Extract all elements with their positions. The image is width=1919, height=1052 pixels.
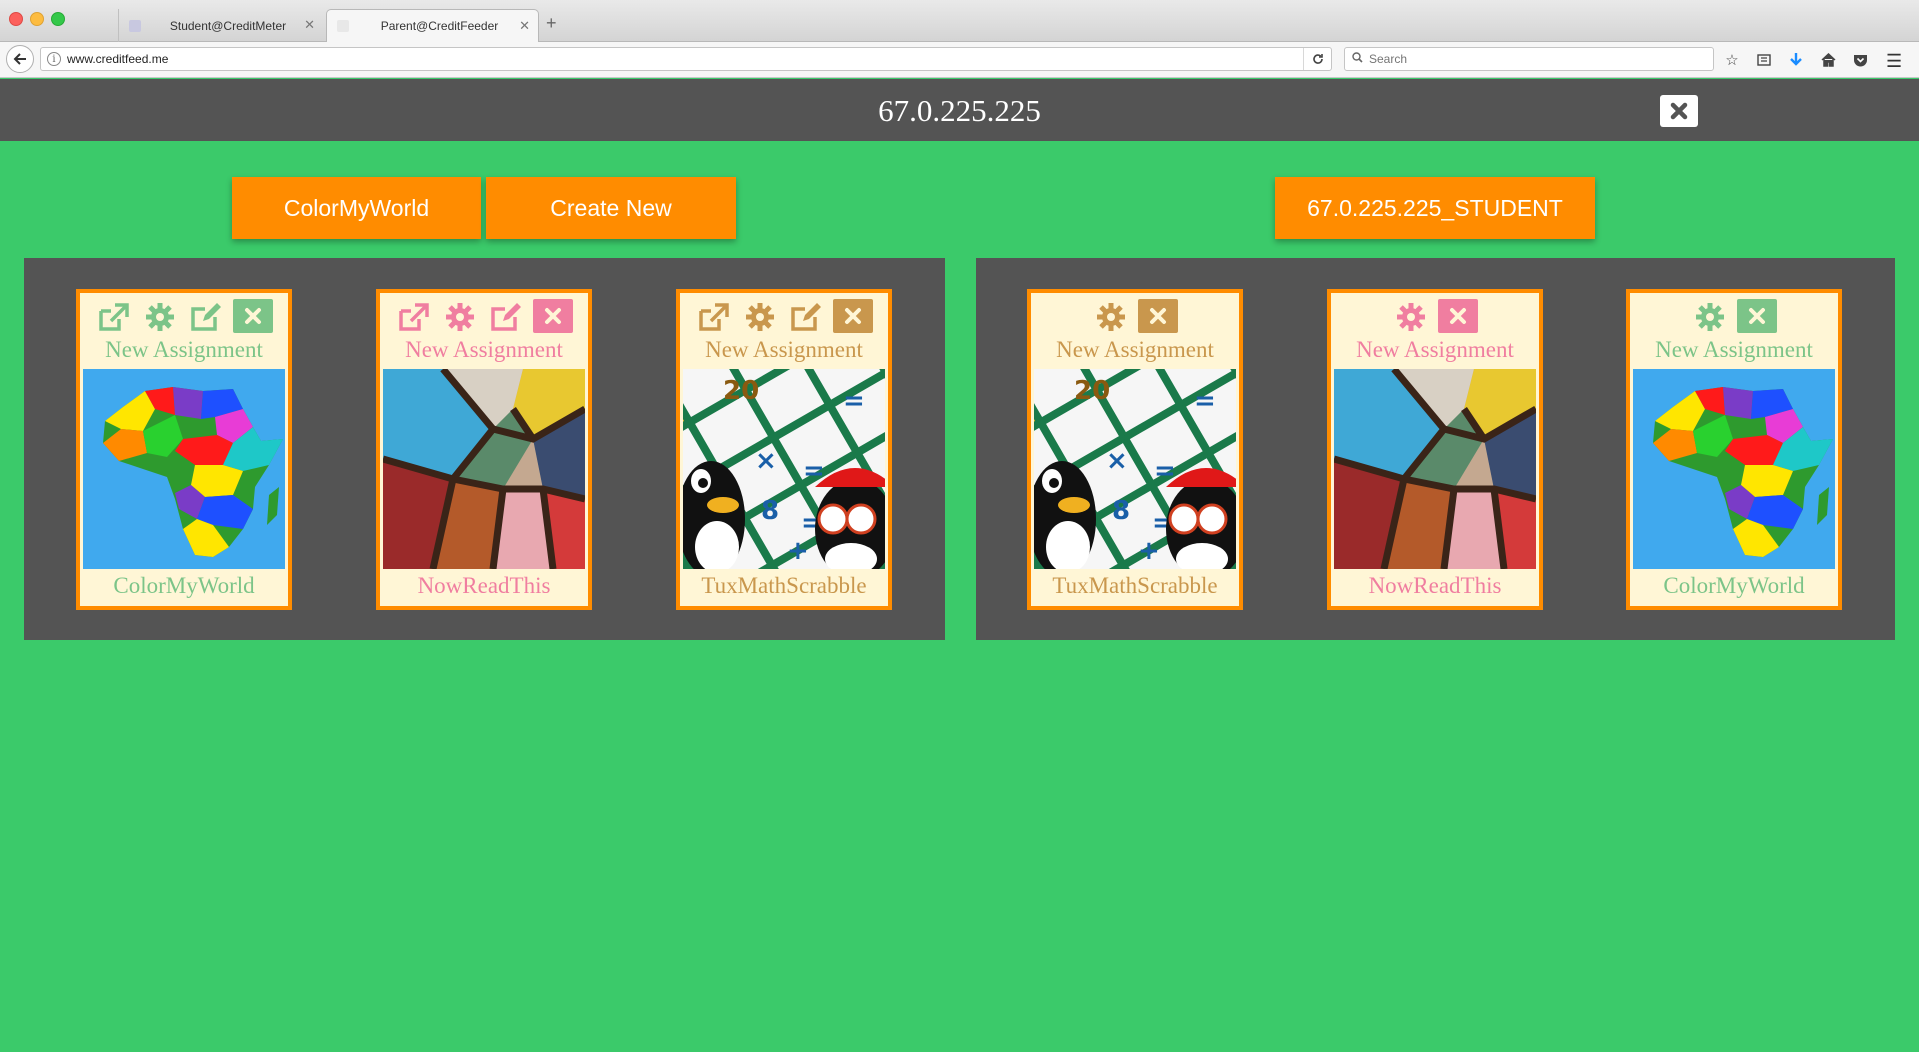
tab-label: Parent@CreditFeeder [380,19,499,33]
card-actions [1031,299,1239,335]
card-name: NowReadThis [417,573,551,598]
edit-icon[interactable] [487,299,525,335]
delete-icon[interactable] [1438,299,1478,333]
card-actions [680,299,888,335]
url-text[interactable]: www.creditfeed.me [67,52,1303,66]
card-name: ColorMyWorld [113,573,255,598]
zoom-window-button[interactable] [51,12,65,26]
africa-map-thumbnail[interactable] [83,369,285,569]
tab-close-icon[interactable]: ✕ [519,18,530,34]
delete-icon[interactable] [833,299,873,333]
card-subtitle: New Assignment [405,337,563,362]
close-icon [1670,102,1688,120]
browser-nav-bar: i www.creditfeed.me ☆ ☰ [0,42,1919,78]
delete-icon[interactable] [1138,299,1178,333]
arrow-left-icon [13,53,26,65]
reload-icon[interactable] [1303,48,1331,70]
settings-gear-icon[interactable] [141,299,179,335]
menu-icon[interactable]: ☰ [1886,51,1902,72]
card-actions [1630,299,1838,335]
open-external-icon[interactable] [395,299,433,335]
card-actions [1331,299,1539,335]
reading-list-icon[interactable] [1754,50,1774,70]
search-input[interactable] [1369,52,1713,66]
toolbar-icons: ☆ [1722,50,1870,70]
card-name: ColorMyWorld [1663,573,1805,598]
tab-close-icon[interactable]: ✕ [304,17,315,33]
delete-icon[interactable] [233,299,273,333]
info-icon[interactable]: i [47,52,61,66]
minimize-window-button[interactable] [30,12,44,26]
open-external-icon[interactable] [695,299,733,335]
delete-icon[interactable] [1737,299,1777,333]
card-subtitle: New Assignment [1356,337,1514,362]
tab-favicon-icon [337,20,349,32]
search-box[interactable] [1344,47,1714,71]
assignment-card[interactable]: New Assignment NowReadThis [1327,289,1543,610]
close-window-button[interactable] [9,12,23,26]
tab-favicon-icon [129,19,141,32]
address-bar[interactable]: i www.creditfeed.me [40,47,1332,71]
tab-label: Student@CreditMeter [169,18,287,33]
open-external-icon[interactable] [95,299,133,335]
settings-gear-icon[interactable] [441,299,479,335]
bookmark-star-icon[interactable]: ☆ [1722,50,1742,70]
settings-gear-icon[interactable] [1092,299,1130,335]
pocket-icon[interactable] [1850,50,1870,70]
assignment-card[interactable]: New Assignment NowReadThis [376,289,592,610]
card-actions [80,299,288,335]
card-actions [380,299,588,335]
assignment-card[interactable]: New Assignment TuxMathScrabble [676,289,892,610]
assignment-card[interactable]: New Assignment ColorMyWorld [76,289,292,610]
edit-icon[interactable] [787,299,825,335]
settings-gear-icon[interactable] [1392,299,1430,335]
tux-math-thumbnail[interactable] [683,369,885,569]
header-close-button[interactable] [1660,95,1698,127]
stained-glass-thumbnail[interactable] [1334,369,1536,569]
page-title: 67.0.225.225 [878,93,1041,128]
new-tab-button[interactable]: + [546,14,557,32]
home-icon[interactable] [1818,50,1838,70]
student-button[interactable]: 67.0.225.225_STUDENT [1275,177,1595,239]
page-header: 67.0.225.225 [0,79,1919,141]
card-name: NowReadThis [1368,573,1502,598]
settings-gear-icon[interactable] [741,299,779,335]
edit-icon[interactable] [187,299,225,335]
stained-glass-thumbnail[interactable] [383,369,585,569]
reload-glyph [1312,54,1323,64]
card-name: TuxMathScrabble [701,573,867,598]
browser-tab-student[interactable]: Student@CreditMeter ✕ [118,9,323,42]
search-icon [1352,52,1363,66]
card-subtitle: New Assignment [705,337,863,362]
download-icon[interactable] [1786,50,1806,70]
create-new-button[interactable]: Create New [486,177,736,239]
card-name: TuxMathScrabble [1052,573,1218,598]
back-button[interactable] [6,45,34,73]
africa-map-thumbnail[interactable] [1633,369,1835,569]
tux-math-thumbnail[interactable] [1034,369,1236,569]
card-subtitle: New Assignment [1655,337,1813,362]
browser-tab-parent[interactable]: Parent@CreditFeeder ✕ [326,9,539,42]
assignment-card[interactable]: New Assignment TuxMathScrabble [1027,289,1243,610]
settings-gear-icon[interactable] [1691,299,1729,335]
card-subtitle: New Assignment [1056,337,1214,362]
assignment-card[interactable]: New Assignment ColorMyWorld [1626,289,1842,610]
colormyworld-button[interactable]: ColorMyWorld [232,177,481,239]
delete-icon[interactable] [533,299,573,333]
card-subtitle: New Assignment [105,337,263,362]
browser-tab-bar: Student@CreditMeter ✕ Parent@CreditFeede… [0,0,1919,42]
